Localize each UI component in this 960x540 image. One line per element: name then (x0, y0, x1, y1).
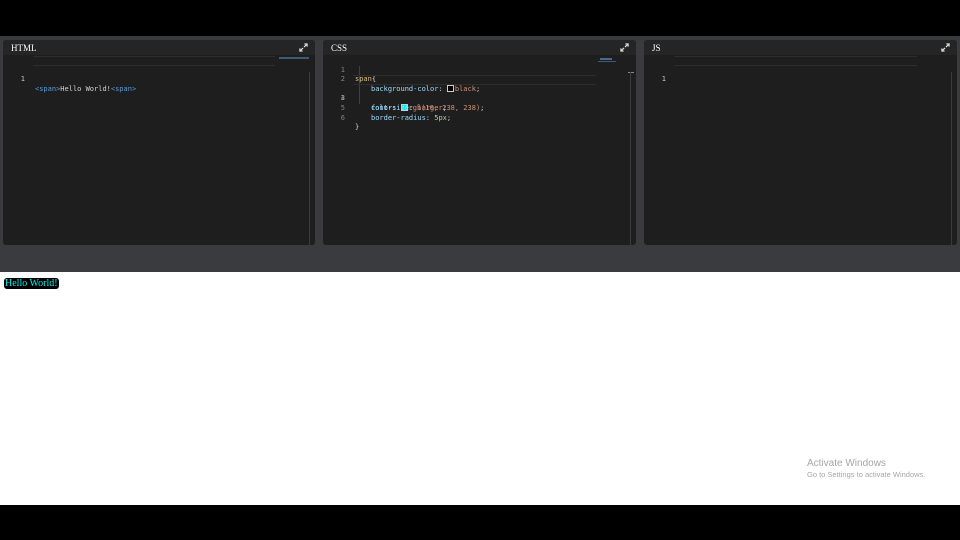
js-panel-header: JS (644, 40, 957, 55)
minimap-line (598, 61, 616, 62)
code-line: 1 (644, 56, 957, 83)
js-code-editor[interactable]: 1 (644, 56, 957, 245)
line-number: 1 (661, 75, 666, 84)
code-line: 1 <span>Hello World!<span> (3, 56, 315, 93)
code-line: 1 span{ (323, 56, 636, 84)
line-number: 1 (20, 75, 25, 84)
open-tag: <span> (35, 84, 61, 93)
minimap-line (279, 57, 309, 59)
bottom-bar (0, 505, 960, 540)
watermark-subtitle: Go to Settings to activate Windows. (807, 470, 926, 479)
tag-content: Hello World! (60, 84, 111, 93)
js-editor-panel: JS 1 (644, 40, 957, 245)
expand-arrows-icon[interactable] (299, 43, 308, 52)
code-line: 2 background-color: black; (323, 66, 636, 93)
css-value: 5px (434, 113, 447, 122)
html-editor-panel: HTML 1 <span>Hello World!<span> (3, 40, 315, 245)
preview-hello-span: Hello World! (4, 278, 59, 289)
colon: : (425, 113, 435, 122)
expand-arrows-icon[interactable] (620, 43, 629, 52)
html-code-editor[interactable]: 1 <span>Hello World!<span> (3, 56, 315, 245)
code-line: 4 font-size: larger; (323, 85, 636, 112)
minimap-line (600, 58, 612, 60)
semicolon: ; (446, 113, 452, 122)
js-panel-title: JS (652, 43, 661, 53)
watermark-title: Activate Windows (807, 458, 886, 469)
code-line: 6 } (323, 104, 636, 132)
html-panel-header: HTML (3, 40, 315, 55)
css-code-editor[interactable]: 1 span{ 2 background-color: black; 3 col… (323, 56, 636, 245)
line-number: 6 (340, 113, 345, 122)
windows-activation-watermark: Activate Windows Go to Settings to activ… (807, 458, 925, 479)
close-brace: } (355, 123, 360, 132)
minimap-line (628, 72, 634, 73)
code-line: 3 color: rgb(10, 238, 238); (323, 75, 636, 112)
vertical-scrollbar[interactable] (309, 72, 310, 245)
css-editor-panel: CSS 1 span{ 2 background-color: black; 3… (323, 40, 636, 245)
css-property: border-radius (371, 113, 426, 122)
close-tag: <span> (110, 84, 137, 93)
css-panel-header: CSS (323, 40, 636, 55)
css-panel-title: CSS (331, 43, 348, 53)
html-panel-title: HTML (11, 43, 37, 53)
vertical-scrollbar[interactable] (951, 72, 952, 245)
output-preview: Hello World! Activate Windows Go to Sett… (0, 272, 960, 505)
expand-arrows-icon[interactable] (941, 43, 950, 52)
code-line: 5 border-radius: 5px; (323, 94, 636, 122)
vertical-scrollbar[interactable] (630, 72, 631, 245)
top-bar (0, 0, 960, 36)
